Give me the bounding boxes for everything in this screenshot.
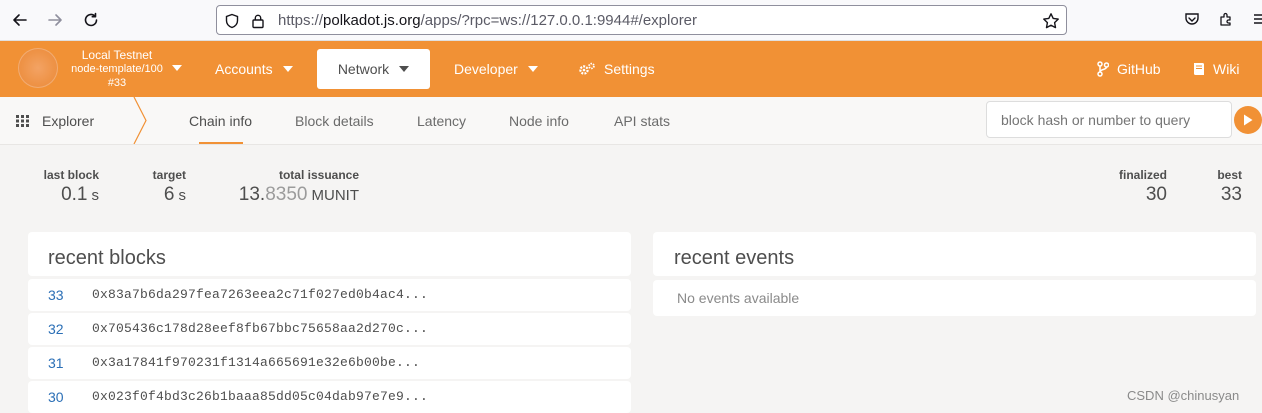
menu-accounts[interactable]: Accounts: [215, 41, 293, 97]
recent-blocks-title: recent blocks: [48, 247, 166, 269]
breadcrumb-chevron-icon: [128, 96, 148, 149]
block-query-input[interactable]: [986, 101, 1232, 138]
browser-toolbar: https://polkadot.js.org/apps/?rpc=ws://1…: [0, 0, 1262, 41]
stat-target-unit: s: [178, 187, 187, 204]
url-bar[interactable]: https://polkadot.js.org/apps/?rpc=ws://1…: [216, 5, 1067, 35]
grid-icon: [16, 114, 30, 127]
menu-network-label: Network: [337, 61, 390, 77]
caret-down-icon: [282, 66, 293, 72]
tab-api-stats[interactable]: API stats: [614, 97, 670, 144]
watermark: CSDN @chinusyan: [1127, 388, 1240, 403]
stat-best-label: best: [1217, 168, 1242, 182]
url-path: /apps/?rpc=ws://127.0.0.1:9944#/explorer: [420, 12, 698, 29]
url-prefix: https://: [278, 12, 324, 29]
block-number-link[interactable]: 30: [48, 389, 64, 405]
tab-block-details-label: Block details: [295, 112, 374, 129]
stat-last-block-label: last block: [43, 168, 99, 182]
link-github-label: GitHub: [1117, 61, 1161, 77]
stat-last-block: last block 0.1 s: [40, 168, 99, 206]
cogs-icon: [578, 62, 596, 76]
chain-selector[interactable]: Local Testnet node-template/100 #33: [64, 48, 170, 90]
url-text[interactable]: https://polkadot.js.org/apps/?rpc=ws://1…: [278, 12, 697, 29]
stat-last-block-unit: s: [91, 187, 100, 204]
stat-best-value: 33: [1220, 184, 1242, 205]
block-number-link[interactable]: 32: [48, 321, 64, 337]
stat-last-block-value: 0.1: [61, 184, 88, 205]
block-hash: 0x023f0f4bd3c26b1baaa85dd05c04dab97e7e9.…: [92, 389, 429, 404]
extensions-icon[interactable]: [1216, 9, 1236, 29]
tab-chain-info-label: Chain info: [189, 112, 253, 129]
stat-finalized-label: finalized: [1118, 168, 1167, 182]
query-submit-button[interactable]: [1234, 106, 1262, 134]
app-header: Local Testnet node-template/100 #33 Acco…: [0, 41, 1262, 97]
pocket-icon[interactable]: [1182, 9, 1202, 29]
stat-finalized: finalized 30: [1105, 168, 1167, 206]
tab-api-stats-label: API stats: [614, 112, 671, 129]
chain-logo-icon[interactable]: [18, 48, 58, 88]
reload-icon[interactable]: [79, 8, 103, 32]
book-icon: [1193, 62, 1205, 76]
play-icon: [1244, 114, 1253, 126]
stat-target-value: 6: [163, 184, 175, 205]
stat-finalized-value: 30: [1145, 184, 1167, 205]
bookmark-star-icon[interactable]: [1042, 12, 1060, 30]
tab-chain-info[interactable]: Chain info: [189, 97, 252, 144]
link-github[interactable]: GitHub: [1097, 41, 1161, 97]
chain-block: #33: [107, 77, 127, 89]
block-number-link[interactable]: 33: [48, 287, 64, 303]
stat-total-issuance-label: total issuance: [278, 168, 359, 182]
block-hash: 0x83a7b6da297fea7263eea2c71f027ed0b4ac4.…: [92, 287, 429, 302]
tab-block-details[interactable]: Block details: [295, 97, 374, 144]
back-arrow-icon[interactable]: [8, 8, 32, 32]
table-row: 32 0x705436c178d28eef8fb67bbc75658aa2d27…: [28, 313, 631, 345]
chain-version: node-template/100: [71, 63, 163, 75]
shield-icon[interactable]: [223, 12, 241, 30]
menu-icon[interactable]: [1250, 9, 1262, 29]
block-hash: 0x705436c178d28eef8fb67bbc75658aa2d270c.…: [92, 321, 429, 336]
chain-name: Local Testnet: [81, 48, 153, 62]
events-empty-text: No events available: [677, 290, 800, 306]
section-explorer-label: Explorer: [42, 112, 95, 129]
tab-latency-label: Latency: [417, 112, 467, 129]
recent-events-title: recent events: [674, 247, 795, 269]
section-explorer[interactable]: Explorer: [16, 97, 94, 144]
stat-issuance-unit: MUNIT: [311, 187, 360, 204]
caret-down-icon: [527, 66, 538, 72]
menu-developer[interactable]: Developer: [454, 41, 538, 97]
block-number-link[interactable]: 31: [48, 355, 64, 371]
tab-node-info[interactable]: Node info: [509, 97, 569, 144]
block-hash: 0x3a17841f970231f1314a665691e32e6b00be..…: [92, 355, 421, 370]
tab-node-info-label: Node info: [509, 112, 569, 129]
table-row: 33 0x83a7b6da297fea7263eea2c71f027ed0b4a…: [28, 279, 631, 311]
stat-target-label: target: [152, 168, 186, 182]
menu-developer-label: Developer: [454, 61, 518, 77]
chain-caret-icon[interactable]: [172, 65, 182, 71]
lock-icon[interactable]: [249, 12, 267, 30]
stat-total-issuance: total issuance 13.8350 MUNIT: [222, 168, 359, 206]
menu-settings-label: Settings: [604, 61, 655, 77]
code-branch-icon: [1097, 61, 1109, 77]
tab-active-indicator: [199, 142, 243, 144]
link-wiki[interactable]: Wiki: [1193, 41, 1239, 97]
caret-down-icon: [399, 66, 410, 72]
forward-arrow-icon[interactable]: [43, 8, 67, 32]
sub-navigation: Explorer Chain info Block details Latenc…: [0, 96, 1262, 145]
tab-latency[interactable]: Latency: [417, 97, 466, 144]
table-row: 30 0x023f0f4bd3c26b1baaa85dd05c04dab97e7…: [28, 381, 631, 413]
menu-network[interactable]: Network: [317, 49, 430, 89]
menu-accounts-label: Accounts: [215, 61, 273, 77]
url-domain: polkadot.js.org: [323, 12, 421, 29]
table-row: 31 0x3a17841f970231f1314a665691e32e6b00b…: [28, 347, 631, 379]
menu-settings[interactable]: Settings: [578, 41, 655, 97]
link-wiki-label: Wiki: [1213, 61, 1240, 77]
stat-best: best 33: [1200, 168, 1242, 206]
stat-target: target 6s: [140, 168, 186, 206]
stat-issuance-frac: 8350: [265, 184, 308, 205]
stat-issuance-int: 13.: [238, 184, 266, 205]
events-empty-row: No events available: [653, 280, 1256, 316]
